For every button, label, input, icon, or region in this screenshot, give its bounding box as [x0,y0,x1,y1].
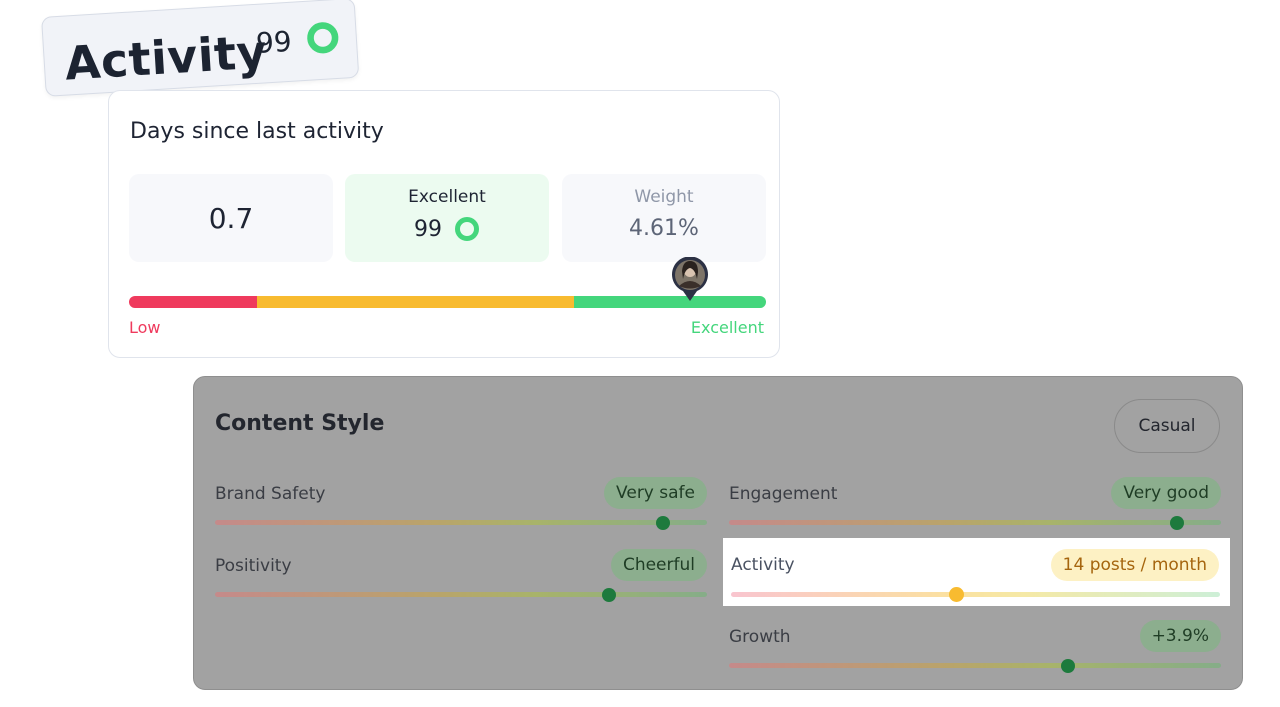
metric-track [215,592,707,597]
avatar-pin-marker [671,257,708,301]
rating-score: 99 [414,216,442,242]
rating-label: Excellent [408,187,486,207]
days-value: 0.7 [208,202,254,235]
metric-label: Brand Safety [215,484,326,504]
metric-engagement: Engagement Very good [729,477,1221,537]
activity-tag-title: Activity [63,24,269,91]
metric-badge: Cheerful [610,549,707,581]
metric-positivity: Positivity Cheerful [215,549,707,609]
metric-knob[interactable] [948,587,964,602]
days-value-box: 0.7 [129,174,333,262]
score-ring-icon [307,22,339,54]
scale-segment-low [129,296,257,308]
metric-label: Positivity [215,556,292,576]
activity-tag-score: 99 [255,24,293,60]
activity-tag: Activity 99 [41,0,360,97]
metric-badge: Very safe [604,477,707,509]
activity-card: Days since last activity 0.7 Excellent 9… [108,90,780,358]
card-title: Days since last activity [130,119,384,144]
metric-brand-safety: Brand Safety Very safe [215,477,707,537]
metric-label: Activity [731,555,795,575]
scale-segment-mid [257,296,574,308]
score-ring-icon [455,217,479,241]
metric-knob[interactable] [601,588,616,602]
weight-box: Weight 4.61% [562,174,766,262]
style-casual-button[interactable]: Casual [1114,399,1220,453]
metric-knob[interactable] [1169,516,1184,530]
metric-label: Engagement [729,484,838,504]
content-style-title: Content Style [215,411,385,436]
scale-high-label: Excellent [690,318,764,337]
metric-growth: Growth +3.9% [729,620,1221,680]
weight-value: 4.61% [629,216,699,241]
metric-label: Growth [729,627,791,647]
metric-activity-highlighted: Activity 14 posts / month [723,538,1230,606]
metric-knob[interactable] [655,516,670,530]
metric-track [729,663,1221,668]
metric-knob[interactable] [1061,659,1076,673]
metric-track [729,520,1221,525]
content-style-panel: Content Style Casual Brand Safety Very s… [193,376,1243,690]
metric-badge: +3.9% [1139,620,1221,652]
rating-box: Excellent 99 [345,174,549,262]
metric-badge: 14 posts / month [1050,549,1219,581]
metric-track [731,592,1220,597]
metric-track [215,520,707,525]
weight-label: Weight [634,187,694,207]
scale-low-label: Low [129,318,161,337]
metric-badge: Very good [1111,477,1221,509]
